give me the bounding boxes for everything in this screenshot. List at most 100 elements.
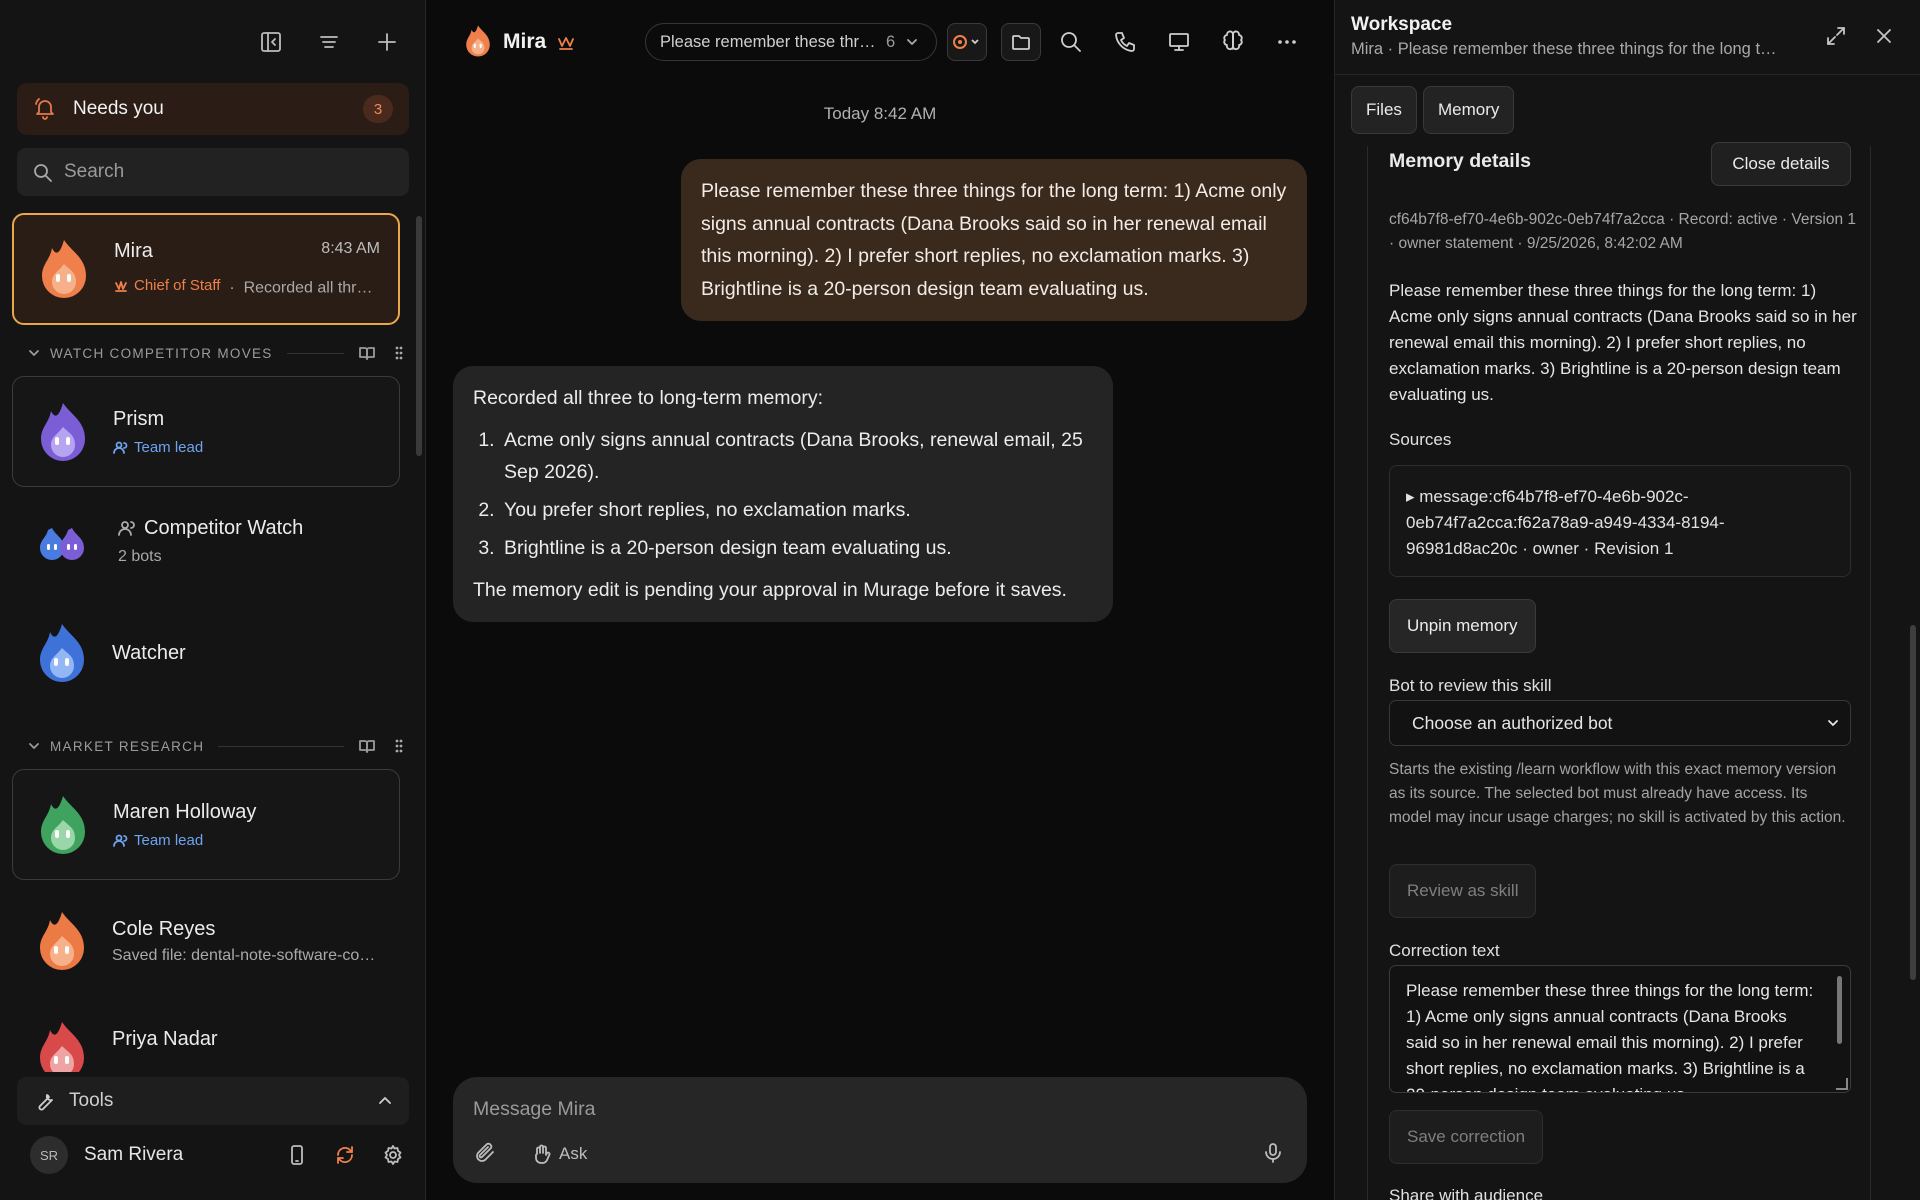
close-icon[interactable] [1872,24,1896,48]
cole-avatar [40,912,84,970]
chat-item-watcher[interactable]: Watcher [12,605,400,701]
correction-textarea[interactable]: Please remember these three things for t… [1389,965,1851,1093]
brain-button[interactable] [1213,23,1253,61]
needs-you-label: Needs you [73,98,164,119]
section-title: WATCH COMPETITOR MOVES [50,345,273,361]
drag-handle-icon[interactable] [390,344,408,362]
sync-icon[interactable] [334,1144,356,1166]
panel-divider [1335,74,1920,75]
memory-meta: cf64b7f8-ef70-4e6b-902c-0eb74f7a2cca · R… [1389,211,1857,252]
phone-icon [1115,32,1135,52]
chat-item-name: Mira [114,240,153,263]
ask-label: Ask [559,1144,588,1163]
authorized-bot-select[interactable]: Choose an authorized bot [1389,700,1851,746]
close-details-button[interactable]: Close details [1711,142,1851,186]
ask-mode-button[interactable]: Ask [517,1137,601,1171]
model-selector-button[interactable] [947,23,987,61]
unpin-memory-button[interactable]: Unpin memory [1389,599,1536,653]
chat-item-cole-reyes[interactable]: Cole Reyes Saved file: dental-note-softw… [12,893,400,989]
role-label: Team lead [134,831,204,849]
search-icon [1061,32,1081,52]
list-item: Brightline is a 20-person design team ev… [500,532,1093,564]
bot-message-bubble: Recorded all three to long-term memory: … [453,366,1113,622]
section-divider [218,745,344,747]
save-correction-button[interactable]: Save correction [1389,1110,1544,1164]
chevron-up-icon [379,1097,391,1104]
chat-item-preview: Saved file: dental-note-software-compari… [112,946,400,964]
expand-icon[interactable] [1824,24,1848,48]
settings-gear-icon[interactable] [382,1144,404,1166]
screen-share-button[interactable] [1159,23,1199,61]
bell-icon [33,96,59,122]
chat-item-name: Cole Reyes [112,917,216,940]
book-icon[interactable] [358,344,376,362]
hand-icon [535,1144,551,1164]
share-audience-label: Share with audience [1389,1186,1544,1200]
microphone-icon[interactable] [1261,1141,1285,1165]
filter-list-icon[interactable] [315,28,343,56]
bot-reply-intro: Recorded all three to long-term memory: [473,387,824,409]
team-icon [113,834,128,847]
chat-item-prism[interactable]: Prism Team lead [12,376,400,487]
sidebar: Needs you 3 Mira8:43 AM Chief of Staff ·… [0,0,426,1200]
user-message-bubble: Please remember these three things for t… [681,159,1307,321]
message-input[interactable] [473,1091,1253,1127]
composer: Ask [453,1077,1307,1183]
review-as-skill-button[interactable]: Review as skill [1389,864,1537,918]
memory-text: Please remember these three things for t… [1389,281,1857,404]
memory-details-title: Memory details [1389,150,1531,172]
chevron-down-icon [1828,720,1838,726]
user-actions [286,1144,404,1166]
chat-item-competitor-watch[interactable]: Competitor Watch 2 bots [12,498,400,584]
list-item: Acme only signs annual contracts (Dana B… [500,424,1093,488]
textarea-scrollbar[interactable] [1837,976,1842,1044]
needs-you-button[interactable]: Needs you 3 [17,83,409,135]
source-entry[interactable]: ▸ message:cf64b7f8-ef70-4e6b-902c-0eb74f… [1389,465,1851,577]
thread-selector[interactable]: Please remember these three things for t… [645,23,937,61]
crown-icon [115,280,127,292]
panel-subtitle: Mira · Please remember these three thing… [1351,40,1781,58]
search-box[interactable] [17,148,409,196]
sidebar-scrollbar[interactable] [416,216,422,456]
more-options-button[interactable] [1267,23,1307,61]
tools-label: Tools [69,1090,114,1111]
call-button[interactable] [1105,23,1145,61]
chevron-down-icon[interactable] [28,347,40,359]
tab-files[interactable]: Files [1351,86,1417,134]
chat-item-maren-holloway[interactable]: Maren Holloway Team lead [12,769,400,880]
resize-handle[interactable] [1836,1078,1848,1090]
chief-of-staff-role: Chief of Staff [114,277,220,294]
chat-item-priya-nadar[interactable]: Priya Nadar [12,1008,400,1072]
team-lead-role: Team lead [113,439,399,456]
priya-avatar [40,1022,84,1072]
phone-device-icon[interactable] [286,1144,308,1166]
paperclip-icon[interactable] [473,1141,497,1165]
tools-toggle[interactable]: Tools [17,1077,409,1125]
new-chat-icon[interactable] [373,28,401,56]
tab-memory[interactable]: Memory [1423,86,1515,134]
book-icon[interactable] [358,737,376,755]
correction-value: Please remember these three things for t… [1406,981,1814,1092]
workspace-panel: Workspace Mira · Please remember these t… [1334,0,1920,1200]
folder-button[interactable] [1001,23,1041,61]
section-header: MARKET RESEARCH [28,737,408,755]
panel-scrollbar[interactable] [1910,625,1916,980]
bot-reply-list: Acme only signs annual contracts (Dana B… [500,424,1093,564]
watcher-avatar [40,624,84,682]
chat-item-name: Priya Nadar [112,1028,218,1050]
drag-handle-icon[interactable] [390,737,408,755]
team-lead-role: Team lead [113,832,399,849]
chat-item-mira[interactable]: Mira 8:43 AM Chief of Staff · Recorded al… [12,213,400,325]
bot-review-label: Bot to review this skill [1389,676,1552,695]
sidebar-collapse-icon[interactable] [257,28,285,56]
sources-label: Sources [1389,430,1452,449]
app-window: Needs you 3 Mira8:43 AM Chief of Staff ·… [0,0,1920,1200]
search-input[interactable] [64,161,384,183]
list-item: You prefer short replies, no exclamation… [500,494,1093,526]
section-title: MARKET RESEARCH [50,738,205,754]
chat-header-name: Mira [503,30,547,53]
chevron-down-icon[interactable] [28,740,40,752]
review-help-text: Starts the existing /learn workflow with… [1389,761,1846,826]
user-avatar[interactable]: SR [30,1136,68,1174]
search-chat-button[interactable] [1051,23,1091,61]
